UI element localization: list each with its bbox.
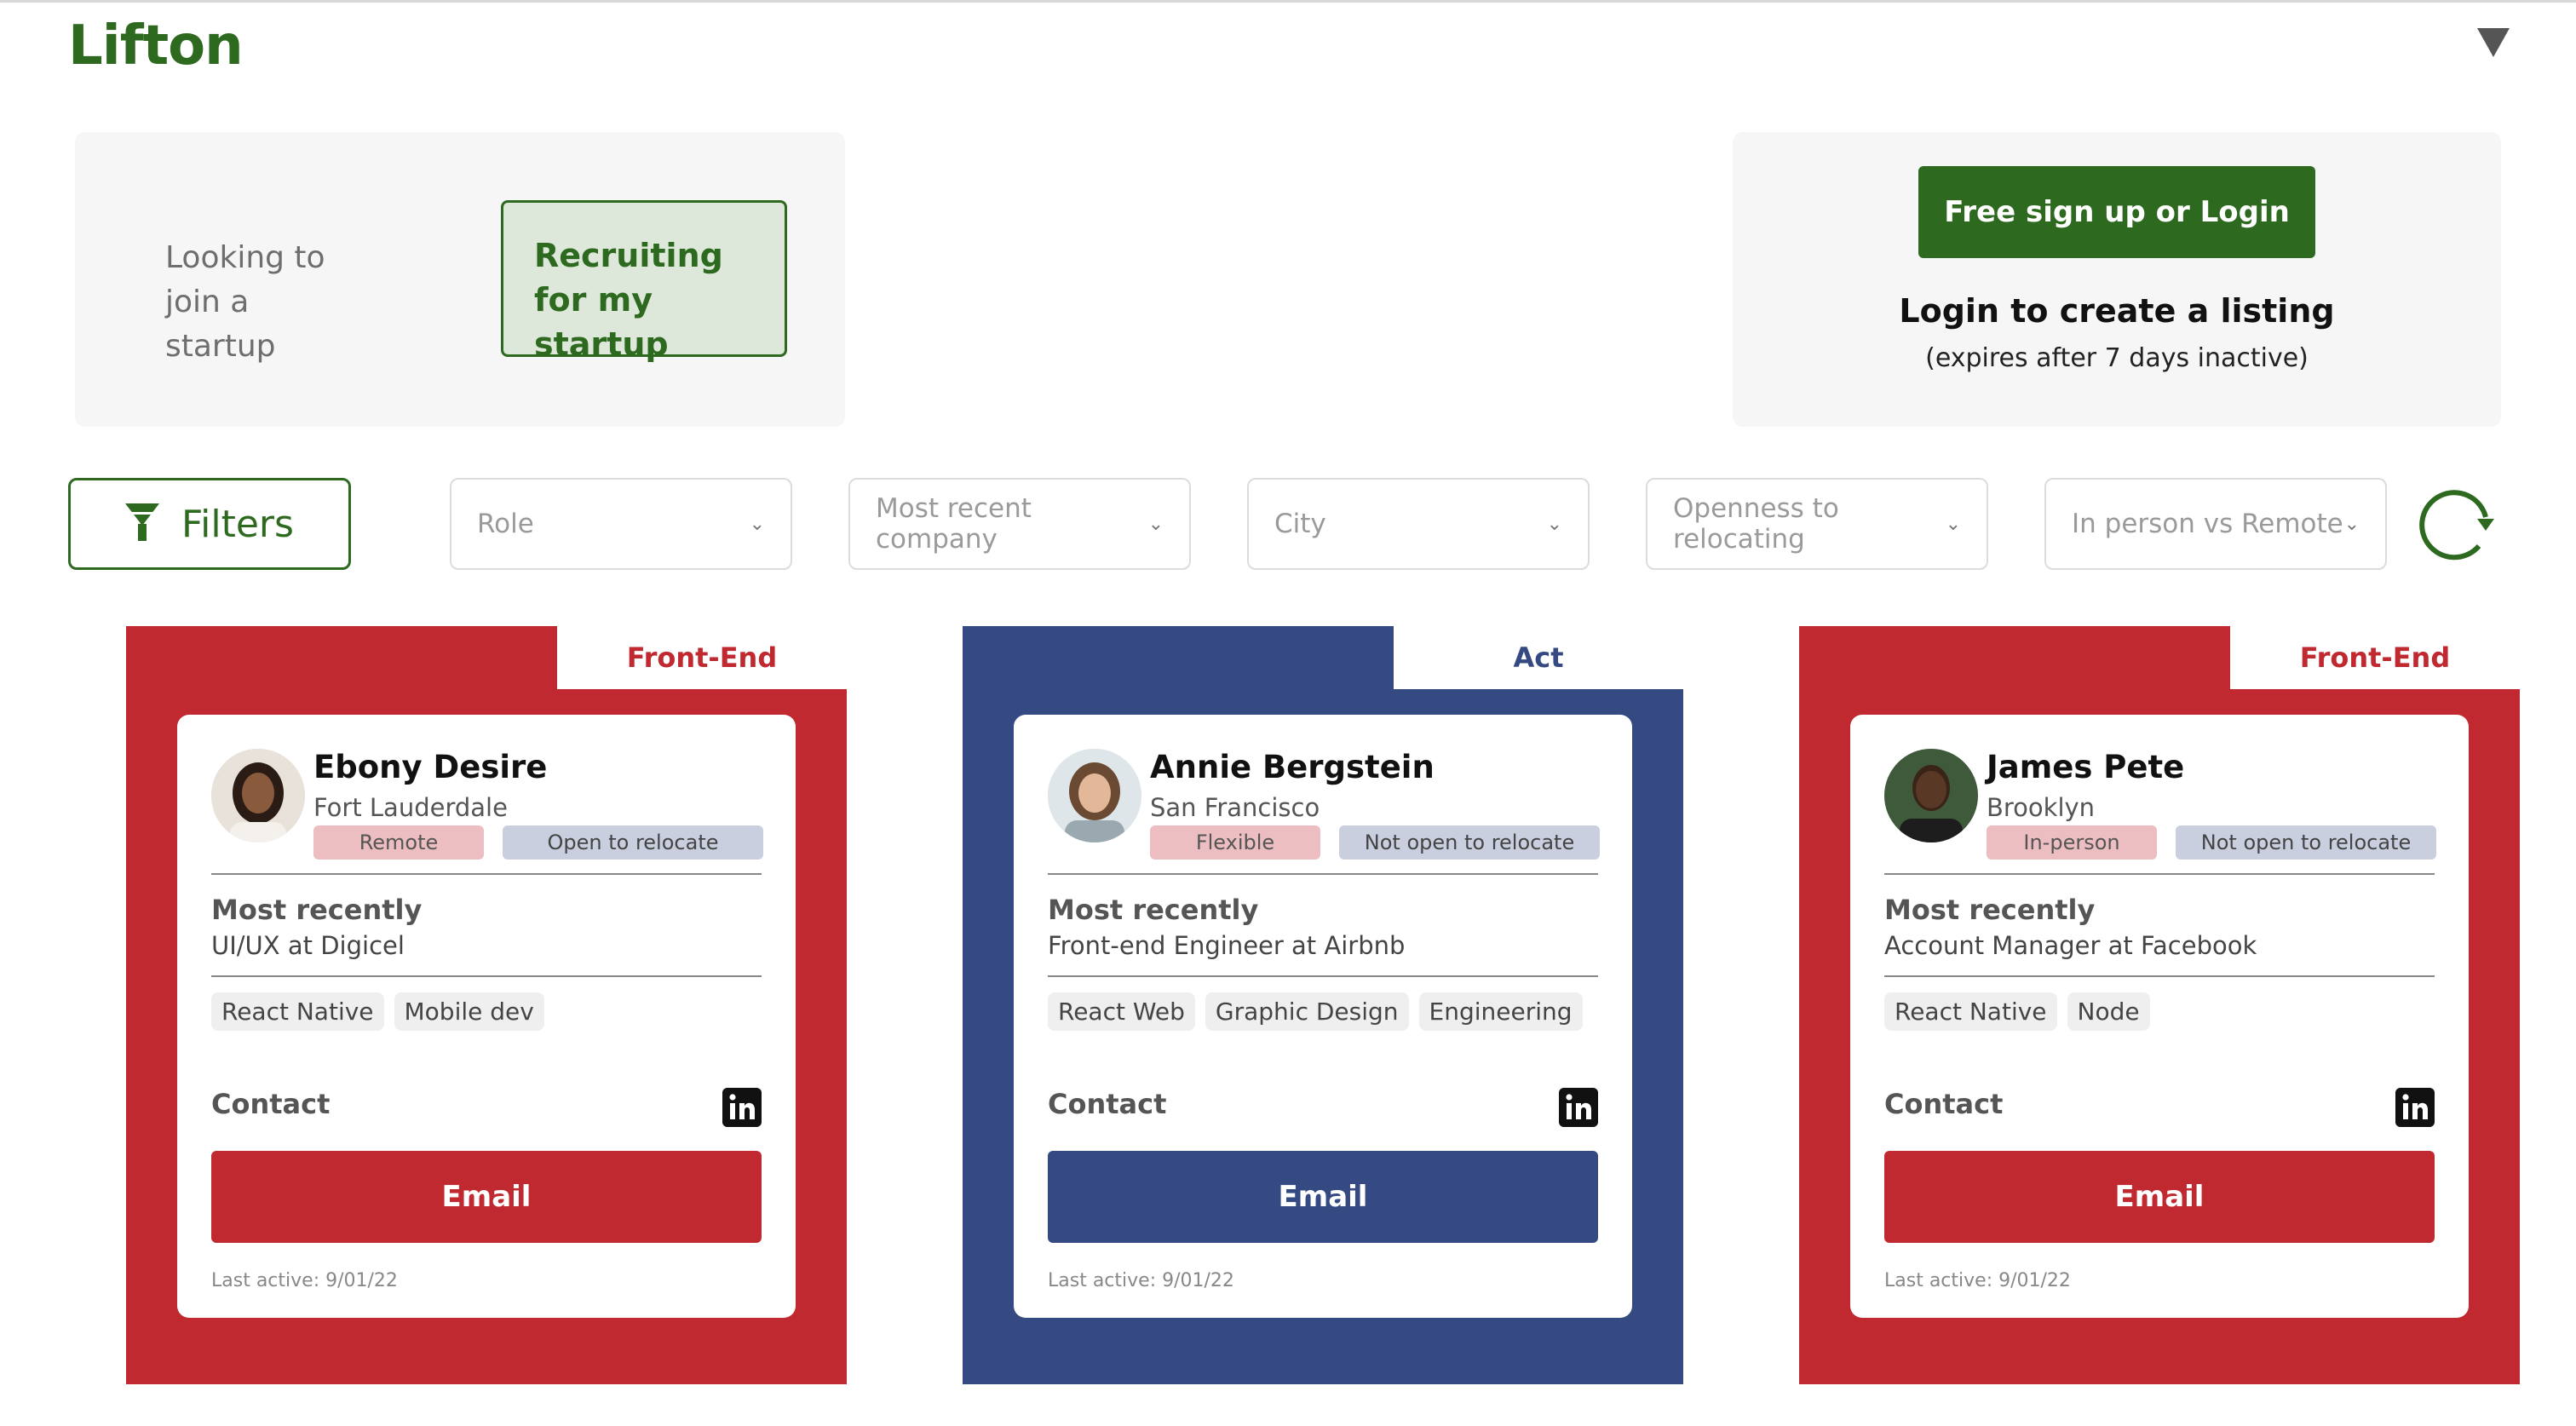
login-panel: Free sign up or Login Login to create a …: [1733, 132, 2501, 427]
skill-tags: React Web Graphic Design Engineering: [1048, 992, 1583, 1031]
most-recently-label: Most recently: [211, 894, 423, 926]
chevron-down-icon: ⌄: [1945, 513, 1961, 535]
divider: [1884, 975, 2435, 977]
linkedin-icon[interactable]: [2395, 1088, 2435, 1127]
avatar: [1884, 749, 1978, 842]
chevron-down-icon: ⌄: [749, 513, 765, 535]
role-tab: Front-End: [557, 626, 847, 689]
skill-tag: Mobile dev: [394, 992, 544, 1031]
candidate-name: James Pete: [1987, 749, 2185, 785]
work-mode-select-placeholder: In person vs Remote: [2072, 509, 2343, 539]
divider: [1048, 975, 1598, 977]
work-mode-badge: In-person: [1987, 825, 2157, 860]
role-select[interactable]: Role ⌄: [450, 478, 792, 570]
divider: [1884, 873, 2435, 875]
candidate-city: Fort Lauderdale: [313, 793, 508, 822]
most-recently-value: Account Manager at Facebook: [1884, 931, 2257, 960]
skill-tag: Node: [2067, 992, 2150, 1031]
most-recently-value: Front-end Engineer at Airbnb: [1048, 931, 1406, 960]
last-active: Last active: 9/01/22: [211, 1270, 398, 1291]
contact-label: Contact: [1048, 1088, 1167, 1120]
candidate-card: Front-End James Pete Brooklyn In-person …: [1799, 626, 2520, 1384]
relocation-badge: Not open to relocate: [1339, 825, 1600, 860]
divider: [211, 873, 762, 875]
candidate-city: Brooklyn: [1987, 793, 2096, 822]
relocation-badge: Not open to relocate: [2176, 825, 2436, 860]
chevron-down-icon: ⌄: [1546, 513, 1562, 535]
last-active: Last active: 9/01/22: [1048, 1270, 1234, 1291]
caret-down-icon[interactable]: [2474, 28, 2513, 62]
city-select[interactable]: City ⌄: [1247, 478, 1590, 570]
linkedin-icon[interactable]: [1559, 1088, 1598, 1127]
page: Lifton Looking to join a startup Recruit…: [0, 0, 2576, 1426]
candidate-city: San Francisco: [1150, 793, 1320, 822]
role-select-placeholder: Role: [477, 509, 534, 539]
company-select-placeholder: Most recent company: [876, 493, 1032, 555]
work-mode-select[interactable]: In person vs Remote ⌄: [2044, 478, 2387, 570]
work-mode-badge: Remote: [313, 825, 484, 860]
skill-tag: Engineering: [1418, 992, 1583, 1031]
work-mode-badge: Flexible: [1150, 825, 1320, 860]
role-tab: Front-End: [2230, 626, 2520, 689]
login-subtitle: (expires after 7 days inactive): [1925, 343, 2309, 373]
relocating-select-placeholder: Openness to relocating: [1673, 493, 1839, 555]
email-button[interactable]: Email: [1884, 1151, 2435, 1243]
skill-tag: React Native: [1884, 992, 2057, 1031]
contact-label: Contact: [1884, 1088, 2004, 1120]
city-select-placeholder: City: [1274, 509, 1326, 539]
candidate-card: Act Annie Bergstein San Francisco Flexib…: [963, 626, 1683, 1384]
skill-tag: React Web: [1048, 992, 1195, 1031]
avatar: [1048, 749, 1141, 842]
relocation-badge: Open to relocate: [503, 825, 763, 860]
company-select[interactable]: Most recent company ⌄: [848, 478, 1191, 570]
chevron-down-icon: ⌄: [2343, 513, 2360, 535]
refresh-icon[interactable]: [2412, 481, 2498, 566]
most-recently-label: Most recently: [1884, 894, 2096, 926]
candidate-card-body: James Pete Brooklyn In-person Not open t…: [1850, 715, 2469, 1318]
email-button[interactable]: Email: [1048, 1151, 1598, 1243]
linkedin-icon[interactable]: [722, 1088, 762, 1127]
divider: [1048, 873, 1598, 875]
filters-label: Filters: [181, 502, 294, 546]
candidate-name: Ebony Desire: [313, 749, 548, 785]
skill-tag: React Native: [211, 992, 384, 1031]
candidate-card-body: Ebony Desire Fort Lauderdale Remote Open…: [177, 715, 796, 1318]
role-tab: Act: [1394, 626, 1683, 689]
filters-button[interactable]: Filters: [68, 478, 351, 570]
most-recently-value: UI/UX at Digicel: [211, 931, 405, 960]
relocating-select[interactable]: Openness to relocating ⌄: [1646, 478, 1988, 570]
mode-panel: Looking to join a startup Recruiting for…: [75, 132, 845, 427]
login-title: Login to create a listing: [1899, 292, 2335, 330]
email-button[interactable]: Email: [211, 1151, 762, 1243]
mode-option-recruiting[interactable]: Recruiting for my startup: [501, 200, 787, 363]
chevron-down-icon: ⌄: [1147, 513, 1164, 535]
skill-tag: Graphic Design: [1205, 992, 1409, 1031]
candidate-card-body: Annie Bergstein San Francisco Flexible N…: [1014, 715, 1632, 1318]
most-recently-label: Most recently: [1048, 894, 1259, 926]
last-active: Last active: 9/01/22: [1884, 1270, 2071, 1291]
divider: [211, 975, 762, 977]
skill-tags: React Native Node: [1884, 992, 2150, 1031]
contact-label: Contact: [211, 1088, 331, 1120]
candidate-card: Front-End Ebony Desire Fort Lauderdale R…: [126, 626, 847, 1384]
funnel-icon: [125, 503, 160, 544]
logo[interactable]: Lifton: [68, 14, 244, 78]
skill-tags: React Native Mobile dev: [211, 992, 544, 1031]
signup-login-button[interactable]: Free sign up or Login: [1918, 166, 2315, 258]
avatar: [211, 749, 305, 842]
candidate-name: Annie Bergstein: [1150, 749, 1435, 785]
mode-option-joining[interactable]: Looking to join a startup: [165, 236, 361, 369]
